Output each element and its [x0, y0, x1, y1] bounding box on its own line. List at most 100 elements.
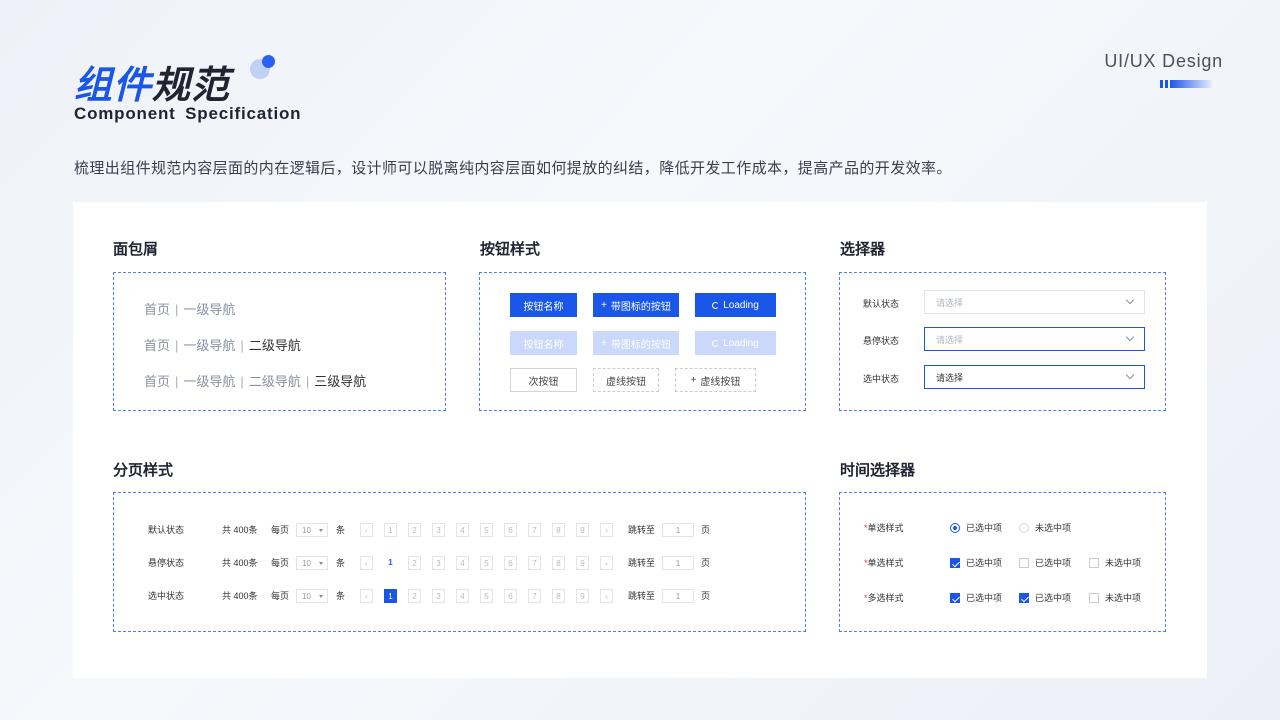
page-title-part2: 规范	[152, 65, 231, 107]
checkbox-unchecked[interactable]	[1019, 558, 1029, 568]
checkbox-row-multi: *多选样式 已选中项 已选中项 未选中项	[840, 592, 1166, 604]
checkbox-multi-label: *多选样式	[864, 593, 904, 603]
checkbox-row-single: *单选样式 已选中项 已选中项 未选中项	[840, 557, 1166, 569]
checkbox-unchecked[interactable]	[1089, 593, 1099, 603]
jump-to-label: 跳转至	[628, 558, 656, 568]
page-number[interactable]: 1	[384, 556, 397, 570]
radio-checked[interactable]	[950, 523, 960, 533]
next-page-icon[interactable]: ›	[600, 589, 613, 603]
page-number[interactable]: 6	[504, 523, 517, 537]
breadcrumb-level1[interactable]: 一级导航	[183, 338, 235, 353]
checkbox-checked[interactable]	[950, 593, 960, 603]
pagination-per-page-label: 每页	[271, 525, 290, 535]
page-title: 组件规范	[74, 54, 230, 109]
select-default[interactable]: 请选择	[924, 290, 1145, 314]
button-box: 按钮名称 + 带图标的按钮 Loading 按钮名称 + 带图标的按钮 Loadin…	[479, 272, 806, 411]
loading-button[interactable]: Loading	[695, 293, 776, 317]
checkbox-checked[interactable]	[950, 558, 960, 568]
page-number[interactable]: 5	[480, 523, 493, 537]
next-page-icon[interactable]: ›	[600, 556, 613, 570]
pagination-total: 共 400条	[222, 591, 258, 601]
radio-unchecked[interactable]	[1019, 523, 1029, 533]
page-number[interactable]: 5	[480, 589, 493, 603]
breadcrumb-box: 首页 | 一级导航 首页 | 一级导航 | 二级导航 首页 | 一级导航 | 二级导航 | 三级导航	[113, 272, 446, 411]
page-number[interactable]: 4	[456, 556, 469, 570]
next-page-icon[interactable]: ›	[600, 523, 613, 537]
page-number[interactable]: 4	[456, 523, 469, 537]
pagination-unit-label: 条	[336, 558, 346, 568]
page-number[interactable]: 3	[432, 589, 445, 603]
page-number[interactable]: 8	[552, 556, 565, 570]
jump-to-input[interactable]: 1	[662, 589, 694, 603]
page-number[interactable]: 7	[528, 556, 541, 570]
page-number[interactable]: 6	[504, 556, 517, 570]
jump-to-input[interactable]: 1	[662, 556, 694, 570]
jump-to-label: 跳转至	[628, 525, 656, 535]
page-number[interactable]: 6	[504, 589, 517, 603]
page-number[interactable]: 9	[576, 523, 589, 537]
jump-to-input[interactable]: 1	[662, 523, 694, 537]
breadcrumb-home[interactable]: 首页	[144, 338, 170, 353]
pagination-row: 悬停状态共 400条 每页 10 条 ‹ 1 2 3 4 5 6 7 8 9 › 跳转至 1 页	[114, 556, 804, 570]
breadcrumb-row-3: 首页 | 一级导航 | 二级导航 | 三级导航	[144, 374, 367, 389]
dashed-button[interactable]: 虚线按钮	[593, 368, 659, 392]
page-number[interactable]: 9	[576, 556, 589, 570]
breadcrumb-level2-current: 二级导航	[248, 338, 301, 353]
page-number[interactable]: 7	[528, 589, 541, 603]
pagination-state-label: 选中状态	[148, 591, 185, 601]
dashed-icon-button[interactable]: + 虚线按钮	[675, 368, 756, 392]
pagination-unit-label: 条	[336, 591, 346, 601]
primary-icon-button[interactable]: + 带图标的按钮	[593, 293, 679, 317]
breadcrumb-home[interactable]: 首页	[144, 302, 170, 317]
breadcrumb-row-1: 首页 | 一级导航	[144, 302, 236, 317]
page-title-part1: 组件	[74, 65, 153, 107]
select-hover-label: 悬停状态	[863, 336, 900, 346]
checkbox-checked[interactable]	[1019, 593, 1029, 603]
page-number[interactable]: 5	[480, 556, 493, 570]
brand-bar-decoration	[1160, 80, 1212, 88]
checkbox-checked-label: 已选中项	[966, 593, 1003, 603]
page-number[interactable]: 1	[384, 523, 397, 537]
page-size-select[interactable]: 10	[296, 523, 328, 537]
select-default-label: 默认状态	[863, 299, 900, 309]
page-number[interactable]: 8	[552, 523, 565, 537]
loading-button-disabled: Loading	[695, 331, 776, 355]
secondary-button[interactable]: 次按钮	[510, 368, 577, 392]
page-number[interactable]: 7	[528, 523, 541, 537]
page-number[interactable]: 3	[432, 556, 445, 570]
breadcrumb-level2[interactable]: 二级导航	[249, 374, 301, 389]
pagination-unit-label: 条	[336, 525, 346, 535]
prev-page-icon[interactable]: ‹	[360, 523, 373, 537]
pagination-state-label: 默认状态	[148, 525, 185, 535]
button-section-title: 按钮样式	[480, 241, 541, 258]
checkbox-unchecked[interactable]	[1089, 558, 1099, 568]
page-size-select[interactable]: 10	[296, 589, 328, 603]
page-number[interactable]: 2	[408, 523, 421, 537]
page-number[interactable]: 4	[456, 589, 469, 603]
breadcrumb-home[interactable]: 首页	[144, 374, 170, 389]
select-hover[interactable]: 请选择	[924, 327, 1145, 351]
select-active[interactable]: 请选择	[924, 365, 1145, 389]
prev-page-icon[interactable]: ‹	[360, 556, 373, 570]
page-number[interactable]: 1	[384, 589, 397, 603]
breadcrumb-row-2: 首页 | 一级导航 | 二级导航	[144, 338, 301, 353]
page-subtitle: Component Specification	[74, 104, 302, 123]
page-number[interactable]: 2	[408, 556, 421, 570]
component-panel: 面包屑 首页 | 一级导航 首页 | 一级导航 | 二级导航 首页 | 一级导航 | 二级导航 | 三级…	[73, 202, 1207, 678]
caret-down-icon	[319, 562, 323, 565]
checkbox-row-label: *单选样式	[864, 558, 904, 568]
breadcrumb-level1[interactable]: 一级导航	[183, 302, 235, 317]
time-selector-box: *单选样式 已选中项 未选中项 *单选样式 已选中项 已选中项 未选中项 *多选…	[839, 492, 1166, 632]
page-number[interactable]: 3	[432, 523, 445, 537]
pagination-total: 共 400条	[222, 525, 258, 535]
page-number[interactable]: 2	[408, 589, 421, 603]
page-size-select[interactable]: 10	[296, 556, 328, 570]
prev-page-icon[interactable]: ‹	[360, 589, 373, 603]
primary-button[interactable]: 按钮名称	[510, 293, 577, 317]
radio-row-label: *单选样式	[864, 523, 904, 533]
page-number[interactable]: 8	[552, 589, 565, 603]
loading-spinner-icon	[712, 301, 720, 309]
page-number[interactable]: 9	[576, 589, 589, 603]
breadcrumb-level1[interactable]: 一级导航	[183, 374, 235, 389]
pagination-total: 共 400条	[222, 558, 258, 568]
